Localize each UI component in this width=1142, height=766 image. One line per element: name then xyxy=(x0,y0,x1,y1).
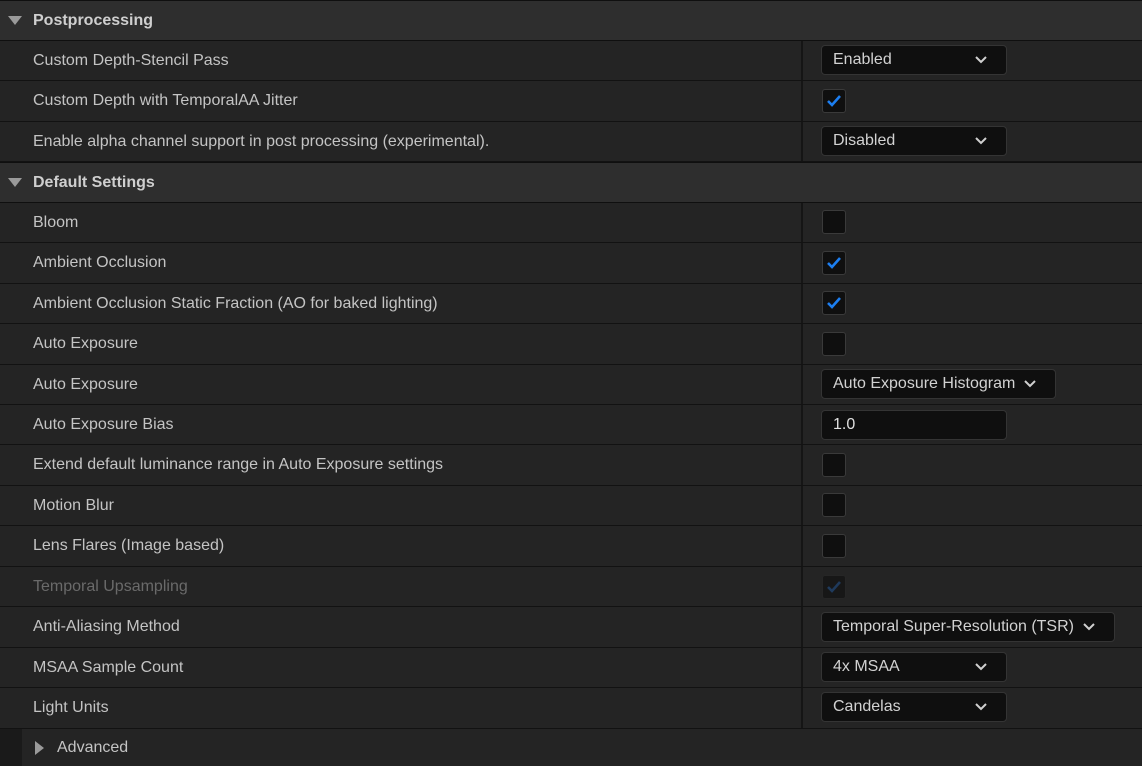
auto-exposure-method-dropdown[interactable]: Auto Exposure Histogram xyxy=(821,369,1056,399)
custom-depth-jitter-checkbox[interactable] xyxy=(822,89,846,113)
property-row-auto-exposure-toggle: Auto Exposure xyxy=(0,324,1142,365)
column-splitter[interactable] xyxy=(801,486,803,525)
property-label: Anti-Aliasing Method xyxy=(33,618,180,635)
light-units-dropdown[interactable]: Candelas xyxy=(821,692,1007,722)
column-splitter[interactable] xyxy=(801,243,803,283)
property-label: Extend default luminance range in Auto E… xyxy=(33,456,444,473)
column-splitter[interactable] xyxy=(801,607,803,647)
chevron-down-icon xyxy=(975,703,987,711)
property-label: Auto Exposure Bias xyxy=(33,415,174,433)
property-row-auto-exposure-method: Auto Exposure Auto Exposure Histogram xyxy=(0,365,1142,405)
property-label: Motion Blur xyxy=(33,496,114,514)
triangle-down-icon[interactable] xyxy=(8,178,22,187)
column-splitter[interactable] xyxy=(801,122,803,161)
column-splitter[interactable] xyxy=(801,203,803,242)
category-default-settings[interactable]: Default Settings xyxy=(0,162,1142,203)
property-row-anti-aliasing: Anti-Aliasing Method Temporal Super-Reso… xyxy=(0,607,1142,648)
category-postprocessing[interactable]: Postprocessing xyxy=(0,0,1142,41)
property-row-bloom: Bloom xyxy=(0,203,1142,243)
alpha-channel-dropdown[interactable]: Disabled xyxy=(821,126,1007,156)
triangle-right-icon[interactable] xyxy=(35,741,44,755)
column-splitter[interactable] xyxy=(801,648,803,687)
property-row-ambient-occlusion: Ambient Occlusion xyxy=(0,243,1142,284)
chevron-down-icon xyxy=(1083,623,1095,631)
property-row-msaa: MSAA Sample Count 4x MSAA xyxy=(0,648,1142,688)
advanced-label: Advanced xyxy=(57,738,129,756)
column-splitter[interactable] xyxy=(801,81,803,121)
column-splitter[interactable] xyxy=(801,41,803,80)
category-title: Postprocessing xyxy=(33,12,154,29)
column-splitter[interactable] xyxy=(801,405,803,444)
lens-flares-checkbox[interactable] xyxy=(822,534,846,558)
checkmark-icon xyxy=(827,257,841,269)
custom-depth-stencil-dropdown[interactable]: Enabled xyxy=(821,45,1007,75)
temporal-upsampling-checkbox xyxy=(822,575,846,599)
indent-stripe xyxy=(0,729,22,766)
anti-aliasing-dropdown[interactable]: Temporal Super-Resolution (TSR) xyxy=(821,612,1115,642)
property-row-custom-depth-stencil: Custom Depth-Stencil Pass Enabled xyxy=(0,41,1142,81)
chevron-down-icon xyxy=(975,56,987,64)
column-splitter[interactable] xyxy=(801,526,803,566)
property-label: Enable alpha channel support in post pro… xyxy=(33,132,490,150)
property-row-temporal-upsampling: Temporal Upsampling xyxy=(0,567,1142,607)
property-label: Custom Depth-Stencil Pass xyxy=(33,51,229,69)
column-splitter[interactable] xyxy=(801,688,803,728)
details-panel: Postprocessing Custom Depth-Stencil Pass… xyxy=(0,0,1142,766)
checkmark-icon xyxy=(827,581,841,593)
property-row-alpha-channel: Enable alpha channel support in post pro… xyxy=(0,122,1142,162)
dropdown-value: Candelas xyxy=(833,698,901,715)
triangle-down-icon[interactable] xyxy=(8,16,22,25)
auto-exposure-checkbox[interactable] xyxy=(822,332,846,356)
column-splitter[interactable] xyxy=(801,284,803,323)
property-label: Auto Exposure xyxy=(33,375,138,393)
property-label: Lens Flares (Image based) xyxy=(33,537,225,554)
ambient-occlusion-checkbox[interactable] xyxy=(822,251,846,275)
motion-blur-checkbox[interactable] xyxy=(822,493,846,517)
chevron-down-icon xyxy=(975,137,987,145)
bloom-checkbox[interactable] xyxy=(822,210,846,234)
property-row-lens-flares: Lens Flares (Image based) xyxy=(0,526,1142,567)
advanced-section-header[interactable]: Advanced xyxy=(0,729,1142,766)
property-row-light-units: Light Units Candelas xyxy=(0,688,1142,729)
checkmark-icon xyxy=(827,95,841,107)
dropdown-value: 4x MSAA xyxy=(833,658,900,675)
checkmark-icon xyxy=(827,297,841,309)
dropdown-value: Temporal Super-Resolution (TSR) xyxy=(833,618,1074,635)
property-label: Light Units xyxy=(33,699,109,716)
ao-static-fraction-checkbox[interactable] xyxy=(822,291,846,315)
column-splitter[interactable] xyxy=(801,365,803,404)
dropdown-value: Enabled xyxy=(833,51,892,68)
property-label: Ambient Occlusion Static Fraction (AO fo… xyxy=(33,294,438,312)
property-row-ao-static-fraction: Ambient Occlusion Static Fraction (AO fo… xyxy=(0,284,1142,324)
column-splitter[interactable] xyxy=(801,567,803,606)
property-row-motion-blur: Motion Blur xyxy=(0,486,1142,526)
dropdown-value: Disabled xyxy=(833,132,896,149)
category-title: Default Settings xyxy=(33,174,155,191)
property-label: Bloom xyxy=(33,213,79,231)
msaa-sample-count-dropdown[interactable]: 4x MSAA xyxy=(821,652,1007,682)
extend-luminance-checkbox[interactable] xyxy=(822,453,846,477)
column-splitter[interactable] xyxy=(801,445,803,485)
chevron-down-icon xyxy=(1024,380,1036,388)
chevron-down-icon xyxy=(975,663,987,671)
property-label: Ambient Occlusion xyxy=(33,254,167,271)
column-splitter[interactable] xyxy=(801,324,803,364)
property-row-custom-depth-jitter: Custom Depth with TemporalAA Jitter xyxy=(0,81,1142,122)
property-label: Custom Depth with TemporalAA Jitter xyxy=(33,92,298,109)
auto-exposure-bias-input[interactable]: 1.0 xyxy=(821,410,1007,440)
property-label: Auto Exposure xyxy=(33,335,138,352)
input-value: 1.0 xyxy=(833,416,856,433)
property-row-extend-luminance: Extend default luminance range in Auto E… xyxy=(0,445,1142,486)
dropdown-value: Auto Exposure Histogram xyxy=(833,375,1016,392)
property-row-auto-exposure-bias: Auto Exposure Bias 1.0 xyxy=(0,405,1142,445)
property-label: MSAA Sample Count xyxy=(33,658,184,676)
property-label: Temporal Upsampling xyxy=(33,577,188,595)
